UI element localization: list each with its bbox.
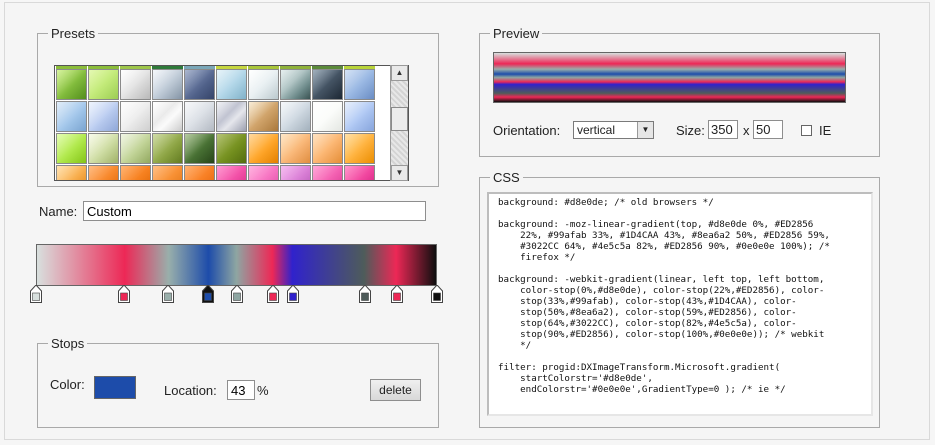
preset-swatch[interactable] [120, 101, 151, 132]
gradient-stop-marker[interactable] [390, 285, 403, 303]
preset-swatch[interactable] [248, 133, 279, 164]
css-output[interactable]: background: #d8e0de; /* old browsers */ … [487, 192, 873, 416]
gradient-stop-marker[interactable] [286, 285, 299, 303]
preview-gradient [493, 52, 846, 103]
ie-checkbox[interactable] [801, 125, 812, 136]
preset-swatch[interactable] [184, 133, 215, 164]
presets-legend: Presets [51, 26, 96, 41]
gradient-stop-marker[interactable] [358, 285, 371, 303]
preset-swatch[interactable] [152, 69, 183, 100]
preset-swatch[interactable] [312, 165, 343, 180]
size-height-input[interactable]: 50 [753, 120, 783, 139]
preset-swatch[interactable] [184, 101, 215, 132]
scroll-thumb[interactable] [391, 107, 408, 131]
gradient-stop-marker[interactable] [266, 285, 279, 303]
name-input[interactable] [83, 201, 426, 221]
preset-swatch[interactable] [248, 101, 279, 132]
percent-sign: % [257, 383, 269, 398]
delete-stop-button[interactable]: delete [370, 379, 421, 401]
location-input[interactable] [227, 380, 255, 400]
preview-legend: Preview [493, 26, 540, 41]
preset-swatch[interactable] [280, 133, 311, 164]
preset-swatch[interactable] [152, 101, 183, 132]
gradient-stop-marker[interactable] [230, 285, 243, 303]
preset-swatch[interactable] [56, 101, 87, 132]
preset-swatch[interactable] [152, 133, 183, 164]
dropdown-arrow-icon[interactable]: ▼ [637, 122, 653, 138]
css-fallback-line: background: #d8e0de; /* old browsers */ [498, 197, 714, 208]
preset-swatch[interactable] [248, 165, 279, 180]
scroll-up-arrow-icon[interactable]: ▲ [391, 65, 408, 81]
presets-panel: Presets ▲ ▼ [37, 26, 439, 187]
size-separator: x [743, 123, 750, 138]
ie-label: IE [819, 123, 832, 138]
preset-swatch[interactable] [184, 69, 215, 100]
color-label: Color: [50, 377, 85, 392]
size-width-input[interactable]: 350 [708, 120, 738, 139]
css-webkit-block: background: -webkit-gradient(linear, lef… [498, 274, 825, 351]
stop-color-picker[interactable] [94, 376, 136, 399]
preset-swatch[interactable] [216, 165, 247, 180]
preset-swatch[interactable] [88, 165, 119, 180]
preset-swatch[interactable] [280, 69, 311, 100]
preset-swatch[interactable] [248, 69, 279, 100]
gradient-stop-marker[interactable] [431, 285, 443, 303]
preset-scrollbar[interactable]: ▲ ▼ [390, 65, 408, 181]
preset-swatch[interactable] [280, 101, 311, 132]
preset-swatch[interactable] [120, 69, 151, 100]
preset-swatch[interactable] [344, 69, 375, 100]
preset-swatch[interactable] [344, 133, 375, 164]
preset-swatch[interactable] [344, 101, 375, 132]
size-label: Size: [676, 123, 705, 138]
preset-swatch[interactable] [152, 165, 183, 180]
location-label: Location: [164, 383, 217, 398]
preset-swatch[interactable] [88, 101, 119, 132]
preset-swatch[interactable] [56, 69, 87, 100]
gradient-stop-marker[interactable] [202, 285, 215, 303]
css-ie-block: filter: progid:DXImageTransform.Microsof… [498, 362, 786, 395]
orientation-value: vertical [577, 123, 616, 137]
preset-swatch[interactable] [312, 101, 343, 132]
gradient-stop-marker[interactable] [30, 285, 42, 303]
preset-swatch[interactable] [216, 133, 247, 164]
preset-swatch[interactable] [216, 101, 247, 132]
preset-swatch[interactable] [216, 69, 247, 100]
orientation-label: Orientation: [493, 123, 561, 138]
preset-swatch[interactable] [184, 165, 215, 180]
gradient-bar[interactable] [36, 244, 437, 286]
preset-swatch[interactable] [344, 165, 375, 180]
scroll-down-arrow-icon[interactable]: ▼ [391, 165, 408, 181]
preset-swatch[interactable] [88, 69, 119, 100]
preset-swatch[interactable] [120, 133, 151, 164]
gradient-stop-marker[interactable] [118, 285, 131, 303]
preset-swatch[interactable] [312, 69, 343, 100]
stops-legend: Stops [51, 336, 85, 351]
preset-swatch[interactable] [280, 165, 311, 180]
preset-swatch[interactable] [312, 133, 343, 164]
preset-swatch[interactable] [120, 165, 151, 180]
preset-swatch[interactable] [88, 133, 119, 164]
preset-swatch[interactable] [56, 133, 87, 164]
preset-swatch[interactable] [56, 165, 87, 180]
css-legend: CSS [493, 170, 520, 185]
name-label: Name: [39, 204, 78, 219]
css-moz-block: background: -moz-linear-gradient(top, #d… [498, 219, 830, 263]
orientation-select[interactable]: vertical ▼ [573, 121, 654, 139]
gradient-stop-marker[interactable] [162, 285, 175, 303]
preset-swatch-area [54, 65, 409, 181]
